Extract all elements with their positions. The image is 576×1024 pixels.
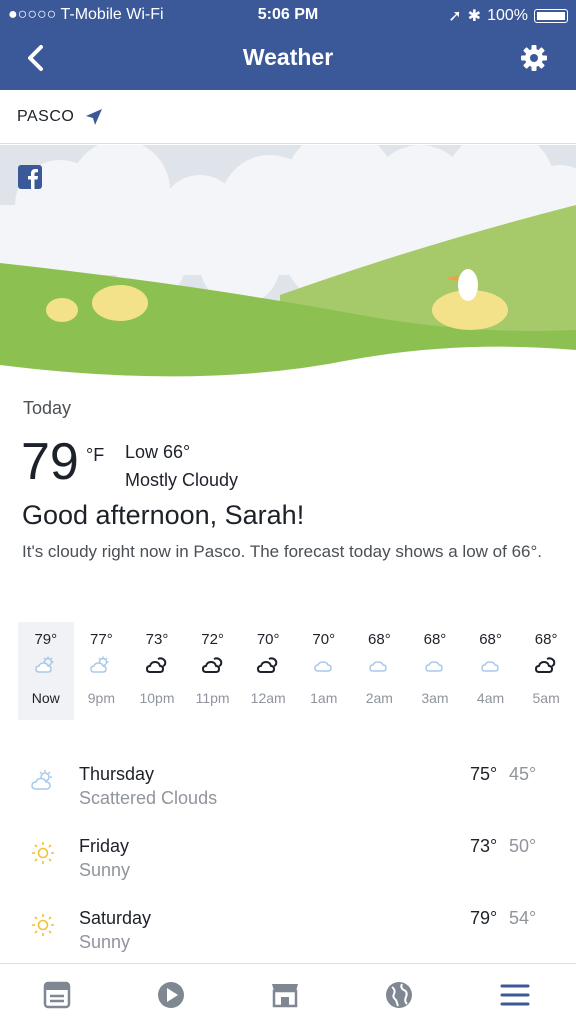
location-arrow-icon [86, 108, 103, 125]
night-cloud-icon [201, 657, 222, 673]
hour-item[interactable]: 79° Now [18, 622, 74, 720]
hour-time: Now [31, 690, 60, 706]
sun-icon [32, 842, 54, 864]
day-high: 79° [470, 908, 498, 928]
page-title: Weather [242, 44, 334, 70]
menu-icon[interactable] [498, 978, 532, 1012]
partly-cloudy-icon [90, 656, 109, 673]
day-name: Thursday [79, 764, 155, 784]
hour-time: 1am [310, 690, 338, 706]
header: ●○○○○ T-Mobile Wi-Fi 5:06 PM ➚ ✱ 100% We… [0, 0, 576, 90]
night-cloud-icon [145, 657, 167, 673]
nav-bar: Weather [0, 34, 576, 84]
forecast-description: It's cloudy right now in Pasco. The fore… [22, 542, 542, 561]
partly-cloudy-icon [31, 770, 52, 790]
hour-item[interactable]: 68° 3am [407, 622, 463, 720]
hour-item[interactable]: 68° 4am [463, 622, 519, 720]
location-label: PASCO [17, 107, 75, 125]
weather-illustration [0, 145, 576, 385]
day-condition: Sunny [79, 860, 131, 880]
hour-temp: 70° [312, 631, 336, 648]
day-low: 50° [509, 836, 537, 856]
cloud-icon [425, 661, 443, 672]
day-condition: Sunny [79, 932, 131, 952]
location-bar[interactable]: PASCO [0, 90, 576, 144]
facebook-logo-icon [18, 165, 42, 189]
battery-icon [534, 9, 568, 23]
hour-temp: 68° [368, 631, 391, 648]
hour-item[interactable]: 72° 11pm [185, 622, 241, 720]
temperature-unit: °F [86, 445, 105, 465]
today-label: Today [23, 398, 72, 418]
current-temperature: 79 [21, 433, 79, 491]
sun-icon [32, 914, 54, 936]
daily-row-saturday[interactable]: Saturday Sunny 79° 54° [0, 906, 576, 966]
partly-cloudy-icon [35, 656, 54, 673]
day-high: 75° [470, 764, 498, 784]
hour-temp: 79° [34, 631, 58, 648]
day-low: 54° [509, 908, 537, 928]
hour-item[interactable]: 68° 2am [352, 622, 408, 720]
night-cloud-icon [257, 657, 278, 673]
hour-item[interactable]: 70° 1am [296, 622, 352, 720]
hour-item[interactable]: 77° 9pm [74, 622, 130, 720]
hour-time: 10pm [139, 690, 175, 706]
day-name: Saturday [79, 908, 152, 928]
news-feed-icon[interactable] [40, 978, 74, 1012]
hour-item[interactable]: 70° 12am [240, 622, 296, 720]
bluetooth-icon: ✱ [467, 8, 482, 25]
hour-temp: 70° [256, 631, 280, 648]
day-low: 45° [509, 764, 537, 784]
night-cloud-icon [535, 657, 556, 673]
battery-percent: 100% [487, 7, 528, 24]
hour-temp: 68° [423, 631, 447, 648]
location-services-icon: ➚ [448, 8, 462, 25]
day-condition: Scattered Clouds [79, 788, 218, 808]
daily-row-friday[interactable]: Friday Sunny 73° 50° [0, 834, 576, 894]
hourly-forecast[interactable]: 79° Now 77° 9pm 73° 10pm 72° 11pm 70° 12… [18, 622, 576, 720]
status-bar: ●○○○○ T-Mobile Wi-Fi 5:06 PM ➚ ✱ 100% [0, 0, 576, 32]
globe-icon[interactable] [382, 978, 416, 1012]
day-high: 73° [470, 836, 498, 856]
hour-time: 9pm [87, 690, 115, 706]
hour-item[interactable]: 68° 5am [518, 622, 574, 720]
hour-time: 2am [365, 690, 393, 706]
video-icon[interactable] [154, 978, 188, 1012]
cloud-icon [369, 661, 388, 672]
hour-temp: 68° [479, 631, 502, 648]
marketplace-icon[interactable] [268, 978, 302, 1012]
status-right: ➚ ✱ 100% [448, 6, 568, 26]
hour-temp: 68° [534, 631, 558, 648]
daily-row-thursday[interactable]: Thursday Scattered Clouds 75° 45° [0, 762, 576, 822]
hour-temp: 77° [90, 631, 113, 648]
hour-temp: 72° [201, 631, 224, 648]
low-temperature: Low 66° [125, 442, 191, 462]
hour-time: 5am [532, 690, 560, 706]
cloud-icon [480, 661, 499, 672]
gear-icon[interactable] [518, 42, 550, 74]
cloudy-landscape-illustration [0, 145, 576, 385]
hour-item[interactable]: 73° 10pm [129, 622, 185, 720]
hour-time: 4am [476, 690, 505, 706]
bottom-tab-bar [0, 963, 576, 1024]
current-condition: Mostly Cloudy [125, 470, 239, 490]
hour-time: 11pm [195, 690, 230, 706]
hour-temp: 73° [145, 631, 169, 648]
hour-time: 3am [421, 690, 449, 706]
day-name: Friday [79, 836, 130, 856]
hour-time: 12am [250, 690, 286, 706]
cloud-icon [314, 661, 332, 672]
greeting: Good afternoon, Sarah! [22, 500, 305, 530]
